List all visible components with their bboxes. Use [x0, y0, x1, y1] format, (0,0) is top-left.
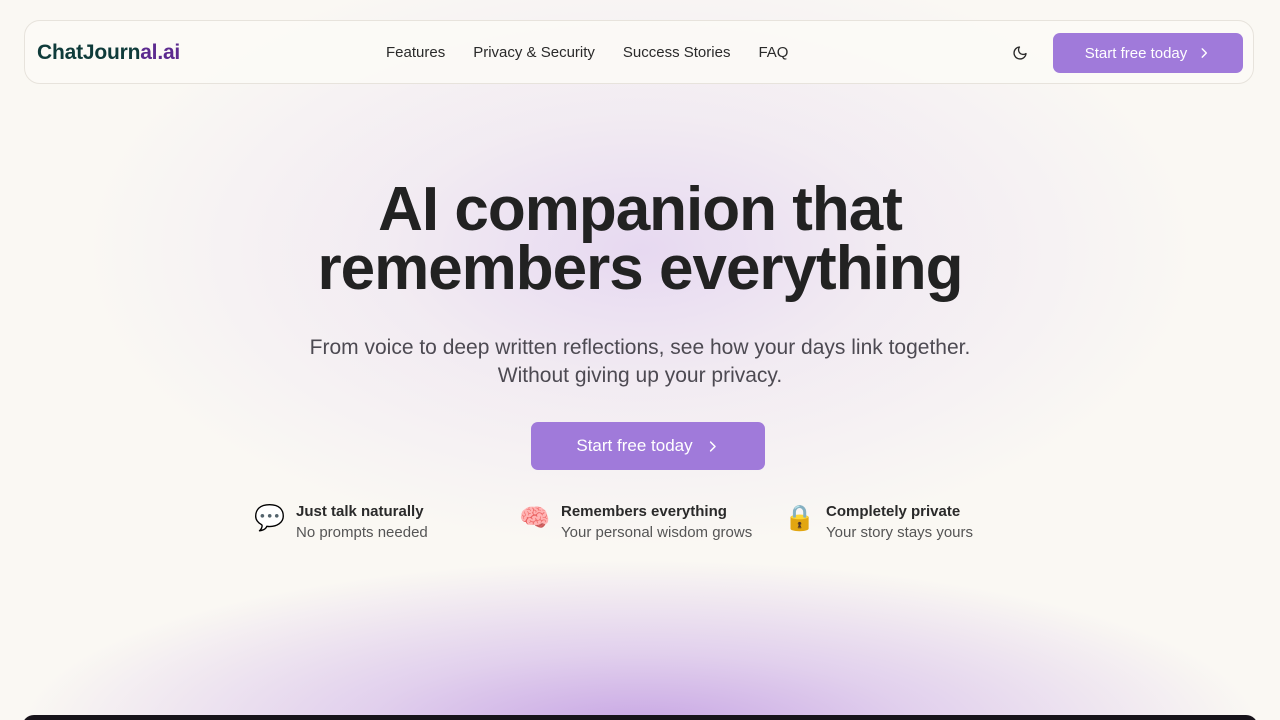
chevron-right-icon [1201, 48, 1208, 58]
brand-logo-part1: ChatJourn [37, 41, 141, 64]
nav-start-free-button[interactable]: Start free today [1053, 33, 1243, 73]
feature-title: Completely private [826, 503, 961, 520]
hero-subtitle-line1: From voice to deep written reflections, … [309, 336, 971, 359]
nav-link-success-stories[interactable]: Success Stories [623, 43, 731, 63]
hero-start-free-label: Start free today [576, 436, 693, 455]
feature-description: Your story stays yours [826, 524, 974, 541]
hero-title: AI companion that remembers everything [0, 179, 1280, 300]
hero-subtitle: From voice to deep written reflections, … [0, 334, 1280, 390]
moon-icon [1013, 46, 1027, 60]
hero-title-line2: remembers everything [317, 234, 963, 303]
feature-title: Remembers everything [561, 503, 727, 520]
top-navbar: ChatJournal.ai Features Privacy & Securi… [24, 20, 1254, 84]
lock-icon: 🔒 [784, 503, 816, 532]
feature-description: No prompts needed [296, 524, 428, 541]
feature-completely-private: 🔒 Completely private Your story stays yo… [784, 500, 973, 543]
chevron-right-icon [709, 440, 716, 452]
feature-talk-naturally: 💬 Just talk naturally No prompts needed [254, 500, 428, 543]
nav-start-free-label: Start free today [1084, 44, 1188, 62]
brand-logo[interactable]: ChatJournal.ai [37, 39, 180, 67]
feature-description: Your personal wisdom grows [561, 524, 753, 541]
nav-link-privacy-security[interactable]: Privacy & Security [473, 43, 595, 63]
feature-remembers-everything: 🧠 Remembers everything Your personal wis… [519, 500, 752, 543]
feature-title: Just talk naturally [296, 503, 424, 520]
app-preview-frame [22, 715, 1258, 720]
hero-start-free-button[interactable]: Start free today [531, 422, 765, 470]
brain-icon: 🧠 [519, 503, 551, 532]
nav-links: Features Privacy & Security Success Stor… [386, 43, 788, 63]
speech-bubble-icon: 💬 [254, 503, 286, 532]
brand-logo-part2: al.ai [140, 41, 181, 64]
nav-link-faq[interactable]: FAQ [758, 43, 788, 63]
theme-toggle-button[interactable] [1006, 39, 1034, 67]
nav-link-features[interactable]: Features [386, 43, 445, 63]
hero-subtitle-line2: Without giving up your privacy. [497, 364, 783, 387]
